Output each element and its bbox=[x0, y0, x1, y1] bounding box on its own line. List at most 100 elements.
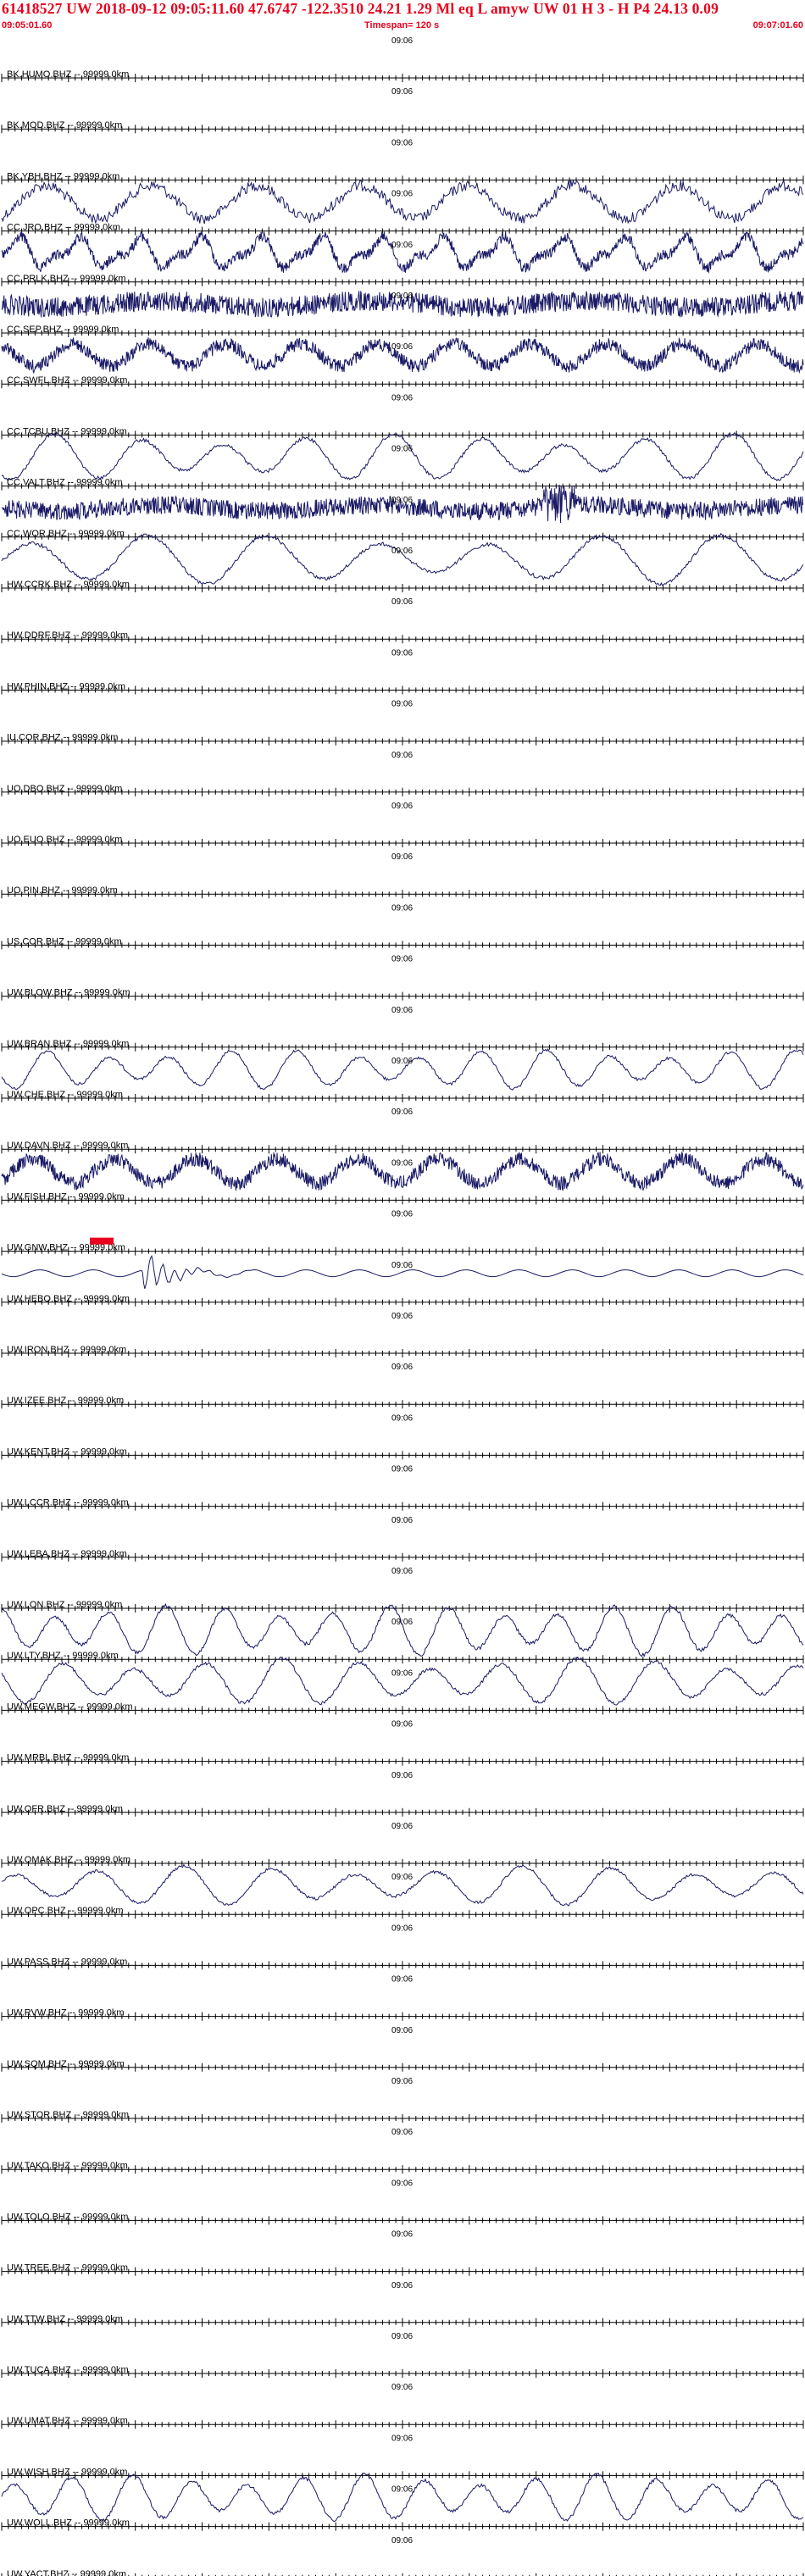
trace-label: UW.OFR.BHZ -- 99999.0km bbox=[7, 1804, 123, 1814]
trace-label: UW.MEGW.BHZ -- 99999.0km bbox=[7, 1702, 133, 1712]
waveform bbox=[1, 1048, 804, 1091]
trace-label: UW.HEBO.BHZ -- 99999.0km bbox=[7, 1294, 130, 1304]
time-label: 09:06 bbox=[391, 1057, 413, 1066]
time-label: 09:06 bbox=[391, 496, 413, 505]
time-ticks bbox=[1, 1655, 804, 1664]
trace-label: UW.RVW.BHZ -- 99999.0km bbox=[7, 2008, 125, 2018]
time-label: 09:06 bbox=[391, 1465, 413, 1474]
time-label: 09:06 bbox=[391, 1363, 413, 1372]
time-label: 09:06 bbox=[391, 1771, 413, 1780]
time-label: 09:06 bbox=[391, 955, 413, 964]
time-label: 09:06 bbox=[391, 190, 413, 199]
time-label: 09:06 bbox=[391, 1975, 413, 1985]
time-label: 09:06 bbox=[391, 36, 413, 46]
time-label: 09:06 bbox=[391, 1516, 413, 1525]
time-label: 09:06 bbox=[391, 342, 413, 352]
trace-label: CC.VALT.BHZ -- 99999.0km bbox=[7, 478, 123, 488]
trace-label: UW.BRAN.BHZ -- 99999.0km bbox=[7, 1039, 129, 1049]
pick-marker bbox=[90, 1237, 114, 1245]
trace-label: BK.MOD.BHZ -- 99999.0km bbox=[7, 120, 122, 130]
trace-label: HW.DDRF.BHZ -- 99999.0km bbox=[7, 630, 128, 641]
trace-label: BK.YBH.BHZ -- 99999.0km bbox=[7, 171, 119, 181]
trace-label: UW.MRBL.BHZ -- 99999.0km bbox=[7, 1753, 129, 1763]
trace-label: CC.SEP.BHZ -- 99999.0km bbox=[7, 325, 119, 335]
time-label: 09:06 bbox=[391, 2434, 413, 2443]
trace-label: CC.SWFL.BHZ -- 99999.0km bbox=[7, 375, 127, 386]
trace-label: UW.LCCR.BHZ -- 99999.0km bbox=[7, 1498, 129, 1508]
time-ticks bbox=[1, 890, 804, 899]
trace-label: HW.PHIN.BHZ -- 99999.0km bbox=[7, 681, 125, 691]
waveform bbox=[1, 179, 804, 225]
trace-label: UW.TUCA.BHZ -- 99999.0km bbox=[7, 2365, 129, 2375]
time-label: 09:06 bbox=[391, 1873, 413, 1882]
trace-label: UW.IRON.BHZ -- 99999.0km bbox=[7, 1345, 126, 1355]
time-label: 09:06 bbox=[391, 2485, 413, 2495]
time-label: 09:06 bbox=[391, 2179, 413, 2188]
waveform bbox=[1, 1151, 804, 1191]
time-label: 09:06 bbox=[391, 2383, 413, 2392]
time-label: 09:06 bbox=[391, 1618, 413, 1627]
trace-label: UW.TREE.BHZ -- 99999.0km bbox=[7, 2263, 128, 2273]
trace-label: CC.PRLK.BHZ -- 99999.0km bbox=[7, 274, 126, 284]
time-label: 09:06 bbox=[391, 1210, 413, 1219]
trace-label: UW.YACT.BHZ -- 99999.0km bbox=[7, 2569, 126, 2576]
waveform bbox=[1, 1863, 804, 1907]
time-label: 09:06 bbox=[391, 1158, 413, 1168]
trace-label: UW.TAKO.BHZ -- 99999.0km bbox=[7, 2161, 128, 2171]
time-label: 09:06 bbox=[391, 1108, 413, 1117]
time-label: 09:06 bbox=[391, 1413, 413, 1423]
trace-label: CC.WOR.BHZ -- 99999.0km bbox=[7, 529, 125, 539]
trace-label: UW.LEBA.BHZ -- 99999.0km bbox=[7, 1549, 127, 1559]
trace-label: UW.STOR.BHZ -- 99999.0km bbox=[7, 2110, 129, 2120]
time-label: 09:06 bbox=[391, 2026, 413, 2035]
trace-label: UW.CHE.BHZ -- 99999.0km bbox=[7, 1090, 123, 1100]
trace-label: UW.BLOW.BHZ -- 99999.0km bbox=[7, 988, 130, 998]
trace-label: UO.EUO.BHZ -- 99999.0km bbox=[7, 835, 122, 845]
time-label: 09:06 bbox=[391, 1924, 413, 1933]
time-label: 09:06 bbox=[391, 852, 413, 862]
trace-label: UW.SQM.BHZ -- 99999.0km bbox=[7, 2059, 125, 2069]
waveform bbox=[1, 431, 804, 482]
time-label: 09:06 bbox=[391, 751, 413, 760]
trace-label: UW.WISH.BHZ -- 99999.0km bbox=[7, 2467, 127, 2477]
waveform bbox=[1, 1656, 804, 1706]
waveform bbox=[1, 230, 804, 274]
trace-label: CC.JRO.BHZ -- 99999.0km bbox=[7, 223, 120, 233]
time-label: 09:06 bbox=[391, 802, 413, 811]
trace-label: UW.IZEE.BHZ -- 99999.0km bbox=[7, 1396, 124, 1406]
time-label: 09:06 bbox=[391, 2230, 413, 2240]
trace-label: UO.DBO.BHZ -- 99999.0km bbox=[7, 784, 122, 794]
time-label: 09:06 bbox=[391, 1312, 413, 1321]
waveform bbox=[1, 532, 804, 586]
time-ticks bbox=[1, 226, 804, 236]
time-label: 09:06 bbox=[391, 2536, 413, 2545]
time-label: 09:06 bbox=[391, 648, 413, 658]
trace-label: HW.CCRK.BHZ -- 99999.0km bbox=[7, 580, 130, 590]
trace-label: CC.TCBU.BHZ -- 99999.0km bbox=[7, 426, 127, 436]
trace-label: UW.TTW.BHZ -- 99999.0km bbox=[7, 2314, 123, 2324]
time-label: 09:06 bbox=[391, 291, 413, 301]
time-label: 09:06 bbox=[391, 1261, 413, 1270]
trace-label: US.COR.BHZ -- 99999.0km bbox=[7, 936, 122, 947]
time-label: 09:06 bbox=[391, 445, 413, 454]
trace-label: UW.OPC.BHZ -- 99999.0km bbox=[7, 1906, 124, 1916]
trace-label: UW.LTY.BHZ -- 99999.0km bbox=[7, 1651, 119, 1661]
trace-label: UW.FISH.BHZ -- 99999.0km bbox=[7, 1191, 125, 1202]
time-label: 09:06 bbox=[391, 1668, 413, 1678]
trace-label: IU.COR.BHZ -- 99999.0km bbox=[7, 733, 118, 743]
time-label: 09:06 bbox=[391, 241, 413, 250]
time-label: 09:06 bbox=[391, 547, 413, 556]
time-label: 09:06 bbox=[391, 2332, 413, 2341]
time-label: 09:06 bbox=[391, 1006, 413, 1015]
time-ticks bbox=[1, 329, 804, 337]
waveform bbox=[1, 2472, 804, 2523]
seismogram-plot: 09:06 BK.HUMO.BHZ -- 99999.0km 09:06 BK.MOD… bbox=[1, 36, 804, 2576]
trace-label: UO.PIN.BHZ -- 99999.0km bbox=[7, 886, 118, 896]
time-ticks bbox=[1, 941, 804, 950]
trace-label: BK.HUMO.BHZ -- 99999.0km bbox=[7, 69, 129, 80]
trace-label: UW.PASS.BHZ -- 99999.0km bbox=[7, 1957, 127, 1967]
time-label: 09:06 bbox=[391, 2281, 413, 2290]
trace-label: UW.DAVN.BHZ -- 99999.0km bbox=[7, 1141, 128, 1151]
time-label: 09:06 bbox=[391, 700, 413, 709]
trace-label: UW.LON.BHZ -- 99999.0km bbox=[7, 1600, 122, 1610]
